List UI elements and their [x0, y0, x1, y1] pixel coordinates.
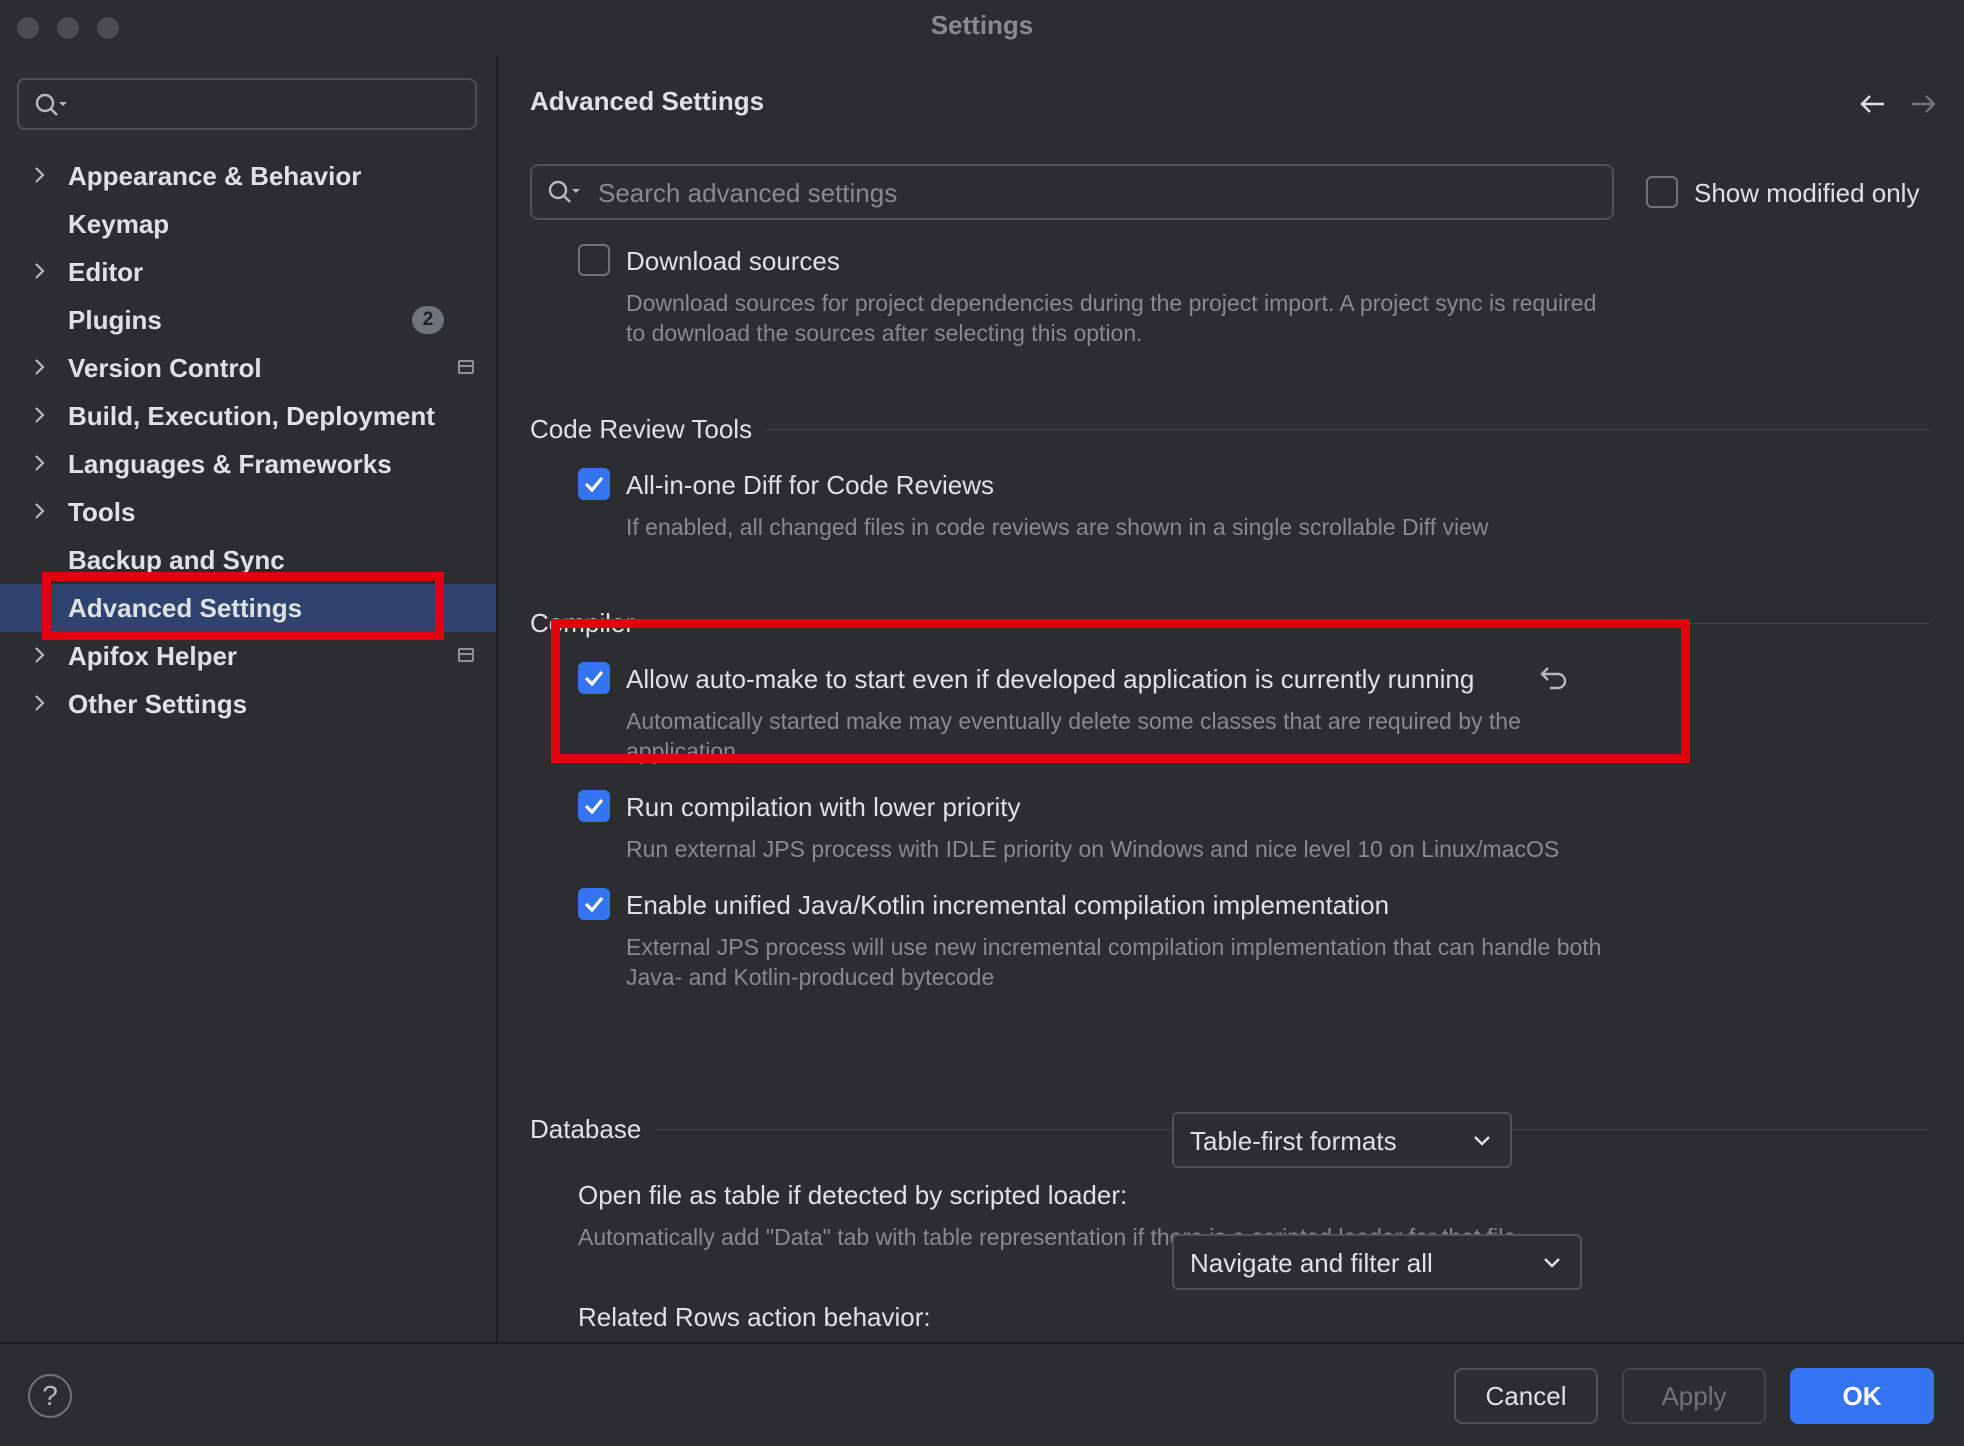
sidebar-item-apifox-helper[interactable]: Apifox Helper — [0, 632, 496, 680]
reset-to-default-icon[interactable] — [1538, 662, 1570, 697]
dropdown-value: Navigate and filter all — [1190, 1248, 1433, 1278]
section-title: Compiler — [530, 608, 635, 638]
back-arrow-icon[interactable] — [1858, 92, 1888, 121]
sidebar-item-label: Tools — [68, 497, 136, 527]
sidebar-item-advanced-settings[interactable]: Advanced Settings — [0, 584, 496, 632]
sidebar-item-label: Appearance & Behavior — [68, 161, 362, 191]
settings-sidebar: Appearance & Behavior Keymap Editor Plug… — [0, 56, 498, 1342]
checkmark-icon — [584, 476, 604, 493]
download-sources-checkbox[interactable] — [578, 244, 610, 276]
desc-line: Download sources for project dependencie… — [626, 290, 1597, 316]
sidebar-item-languages-frameworks[interactable]: Languages & Frameworks — [0, 440, 496, 488]
settings-window: Settings Appearance & Behavior Keymap Ed… — [0, 0, 1964, 1446]
chevron-right-icon[interactable] — [32, 644, 48, 671]
sidebar-item-label: Other Settings — [68, 689, 248, 719]
chevron-right-icon[interactable] — [32, 260, 48, 287]
desc-line: External JPS process will use new increm… — [626, 934, 1602, 960]
sidebar-item-label: Backup and Sync — [68, 545, 285, 575]
sidebar-item-label: Keymap — [68, 209, 170, 239]
all-in-one-diff-desc: If enabled, all changed files in code re… — [626, 514, 1489, 540]
unified-incremental-checkbox[interactable] — [578, 888, 610, 920]
checkmark-icon — [584, 896, 604, 913]
unified-incremental-desc: External JPS process will use new increm… — [626, 932, 1726, 992]
plugins-count-badge: 2 — [412, 306, 444, 334]
sidebar-item-tools[interactable]: Tools — [0, 488, 496, 536]
all-in-one-diff-label: All-in-one Diff for Code Reviews — [626, 470, 994, 500]
download-sources-desc: Download sources for project dependencie… — [626, 288, 1726, 348]
sidebar-item-version-control[interactable]: Version Control — [0, 344, 496, 392]
sidebar-item-editor[interactable]: Editor — [0, 248, 496, 296]
forward-arrow-icon[interactable] — [1908, 92, 1938, 121]
sidebar-item-label: Plugins — [68, 305, 162, 335]
related-rows-label: Related Rows action behavior: — [578, 1302, 931, 1332]
sidebar-item-other-settings[interactable]: Other Settings — [0, 680, 496, 728]
dialog-footer: ? Cancel Apply OK — [0, 1342, 1964, 1446]
desc-line: application — [626, 738, 736, 764]
checkmark-icon — [584, 798, 604, 815]
sidebar-item-label: Version Control — [68, 353, 262, 383]
sidebar-item-label: Languages & Frameworks — [68, 449, 392, 479]
chevron-right-icon[interactable] — [32, 164, 48, 191]
chevron-right-icon[interactable] — [32, 404, 48, 431]
open-as-table-label: Open file as table if detected by script… — [578, 1180, 1128, 1210]
checkmark-icon — [584, 670, 604, 687]
advanced-search-input[interactable] — [596, 174, 1580, 212]
sidebar-item-appearance-behavior[interactable]: Appearance & Behavior — [0, 152, 496, 200]
advanced-search-field[interactable] — [530, 164, 1614, 220]
section-divider — [658, 623, 1930, 624]
project-settings-icon — [458, 360, 474, 374]
ok-button[interactable]: OK — [1790, 1368, 1934, 1424]
section-code-review-tools: Code Review Tools — [530, 414, 1930, 444]
sidebar-item-build-execution-deployment[interactable]: Build, Execution, Deployment — [0, 392, 496, 440]
sidebar-item-backup-sync[interactable]: Backup and Sync — [0, 536, 496, 584]
chevron-right-icon[interactable] — [32, 356, 48, 383]
chevron-down-icon — [1472, 1134, 1492, 1153]
section-title: Code Review Tools — [530, 414, 753, 444]
low-priority-label: Run compilation with lower priority — [626, 792, 1021, 822]
auto-make-desc: Automatically started make may eventuall… — [626, 706, 1726, 766]
window-title: Settings — [930, 10, 1034, 40]
auto-make-checkbox[interactable] — [578, 662, 610, 694]
low-priority-desc: Run external JPS process with IDLE prior… — [626, 836, 1560, 862]
desc-line: to download the sources after selecting … — [626, 320, 1143, 346]
chevron-right-icon[interactable] — [32, 500, 48, 527]
show-modified-checkbox[interactable] — [1646, 176, 1678, 208]
help-button[interactable]: ? — [28, 1374, 72, 1418]
low-priority-checkbox[interactable] — [578, 790, 610, 822]
section-compiler: Compiler — [530, 608, 1930, 638]
dropdown-value: Table-first formats — [1190, 1126, 1397, 1156]
show-modified-label: Show modified only — [1694, 178, 1920, 208]
apply-button[interactable]: Apply — [1622, 1368, 1766, 1424]
sidebar-item-plugins[interactable]: Plugins 2 — [0, 296, 496, 344]
desc-line: Java- and Kotlin-produced bytecode — [626, 964, 995, 990]
chevron-right-icon[interactable] — [32, 692, 48, 719]
unified-incremental-label: Enable unified Java/Kotlin incremental c… — [626, 890, 1390, 920]
search-icon — [35, 92, 71, 123]
all-in-one-diff-checkbox[interactable] — [578, 468, 610, 500]
desc-line: Automatically started make may eventuall… — [626, 708, 1521, 734]
page-title: Advanced Settings — [530, 86, 765, 116]
chevron-down-icon — [1542, 1256, 1562, 1275]
advanced-settings-panel: Advanced Settings Show modified only Dow… — [498, 56, 1964, 1342]
chevron-right-icon[interactable] — [32, 452, 48, 479]
download-sources-label: Download sources — [626, 246, 840, 276]
related-rows-dropdown[interactable]: Navigate and filter all — [1172, 1234, 1582, 1290]
auto-make-label: Allow auto-make to start even if develop… — [626, 664, 1475, 694]
search-icon — [548, 179, 584, 210]
sidebar-item-label: Apifox Helper — [68, 641, 238, 671]
sidebar-item-label: Advanced Settings — [68, 593, 303, 623]
open-as-table-dropdown[interactable]: Table-first formats — [1172, 1112, 1512, 1168]
sidebar-item-label: Editor — [68, 257, 144, 287]
project-settings-icon — [458, 648, 474, 662]
title-bar: Settings — [0, 0, 1964, 56]
sidebar-item-keymap[interactable]: Keymap — [0, 200, 496, 248]
sidebar-search-input[interactable] — [17, 78, 477, 130]
sidebar-item-label: Build, Execution, Deployment — [68, 401, 435, 431]
section-divider — [766, 429, 1930, 430]
cancel-button[interactable]: Cancel — [1454, 1368, 1598, 1424]
section-title: Database — [530, 1114, 642, 1144]
